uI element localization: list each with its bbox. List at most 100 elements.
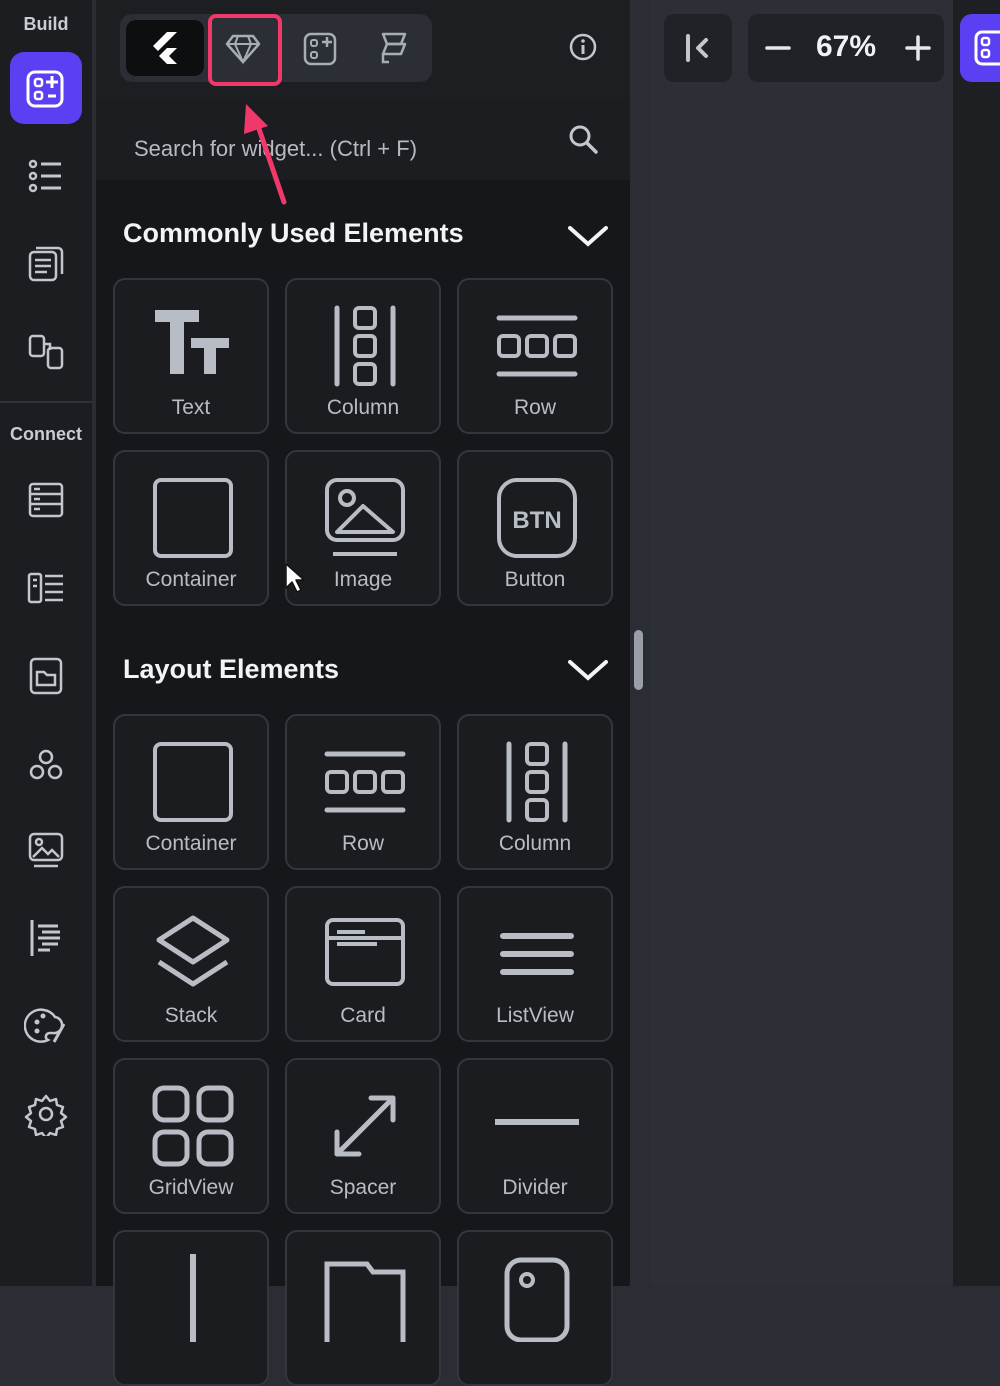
widget-tile-spacer[interactable]: Spacer	[285, 1058, 441, 1214]
row-widget-icon	[324, 751, 406, 813]
section-title-layout: Layout Elements	[123, 654, 340, 684]
container-widget-icon	[153, 478, 233, 558]
left-navigation-rail: Build Connect	[0, 0, 93, 1286]
widget-builder-icon	[26, 70, 64, 108]
widget-tile-divider[interactable]: Divider	[457, 1058, 613, 1214]
tile-label: Stack	[164, 1004, 218, 1027]
connect-section-label: Connect	[10, 424, 82, 444]
column-widget-icon	[506, 741, 568, 823]
theme-icon	[24, 1008, 66, 1043]
listview-widget-icon	[500, 933, 574, 975]
column-widget-icon	[334, 305, 396, 387]
zoom-in-icon[interactable]	[898, 28, 938, 68]
media-assets-button[interactable]	[10, 814, 82, 886]
tile-label: Button	[504, 568, 566, 591]
components-icon	[381, 32, 407, 64]
widget-tile-stack[interactable]: Stack	[113, 886, 269, 1042]
pages-button[interactable]	[10, 228, 82, 300]
api-icon	[27, 572, 63, 604]
widget-tile-row[interactable]: Row	[457, 278, 613, 434]
widget-builder-icon	[974, 30, 1000, 66]
zoom-level: 67%	[815, 30, 877, 63]
tile-label: Container	[145, 832, 237, 855]
widget-tile-column[interactable]: Column	[457, 714, 613, 870]
zoom-out-icon[interactable]	[758, 28, 798, 68]
text-styles-icon	[30, 920, 60, 956]
tile-label: Spacer	[329, 1176, 397, 1199]
panel-scrollbar[interactable]	[634, 630, 643, 690]
firestore-icon	[28, 482, 64, 518]
flutter-icon	[153, 32, 177, 64]
widget-tile-listview[interactable]: ListView	[457, 886, 613, 1042]
container-widget-icon	[153, 742, 233, 822]
widget-tree-button[interactable]	[10, 140, 82, 212]
tile-label: Text	[171, 396, 211, 419]
theme-button[interactable]	[10, 990, 82, 1062]
search-icon[interactable]	[566, 122, 600, 156]
widget-tile-column[interactable]: Column	[285, 278, 441, 434]
widget-builder-button[interactable]	[10, 52, 82, 124]
custom-widgets-tab[interactable]	[282, 20, 360, 76]
widget-panel: Commonly Used Elements Text Column Row	[96, 0, 630, 1386]
info-icon[interactable]	[568, 32, 598, 62]
add-widget-icon	[303, 32, 337, 66]
tile-label: Image	[333, 568, 393, 591]
media-assets-icon	[28, 832, 64, 868]
widget-tile-circle-image[interactable]	[457, 1230, 613, 1386]
navigation-button[interactable]	[10, 316, 82, 388]
add-widget-button-right[interactable]	[960, 14, 1000, 82]
card-widget-icon	[325, 918, 405, 986]
widget-tile-text[interactable]: Text	[113, 278, 269, 434]
right-panel-strip	[953, 0, 1000, 1286]
widget-tile-vertical-divider[interactable]	[113, 1230, 269, 1386]
widget-tile-image[interactable]: Image	[285, 450, 441, 606]
tile-label: Column	[498, 832, 572, 855]
widget-search-input[interactable]	[132, 130, 556, 168]
panel-header	[96, 0, 630, 100]
navigation-icon	[28, 334, 64, 370]
tile-label: Column	[326, 396, 400, 419]
build-section-label: Build	[23, 14, 69, 34]
flutter-widgets-tab[interactable]	[126, 20, 204, 76]
collapse-panel-button[interactable]	[664, 14, 732, 82]
tile-label: Divider	[502, 1176, 568, 1199]
tile-label: Card	[340, 1004, 386, 1027]
widget-search-bar	[96, 100, 630, 180]
tile-label: ListView	[496, 1004, 574, 1027]
spacer-widget-icon	[334, 1095, 396, 1157]
tabbar-widget-icon	[324, 1261, 406, 1342]
vertical-divider-widget-icon	[190, 1254, 196, 1342]
api-calls-button[interactable]	[10, 552, 82, 624]
widget-tile-card[interactable]: Card	[285, 886, 441, 1042]
storage-button[interactable]	[10, 640, 82, 712]
settings-icon	[24, 1094, 68, 1136]
button-widget-icon: BTN	[497, 478, 577, 558]
firestore-button[interactable]	[10, 464, 82, 536]
widget-tile-container[interactable]: Container	[113, 714, 269, 870]
circle-image-widget-icon	[504, 1257, 570, 1342]
row-widget-icon	[496, 315, 578, 377]
settings-button[interactable]	[10, 1078, 82, 1150]
zoom-control: 67%	[748, 14, 944, 82]
tile-label: Row	[513, 396, 556, 419]
pages-icon	[28, 246, 64, 282]
gridview-widget-icon	[152, 1085, 234, 1167]
chevron-down-icon[interactable]	[564, 212, 612, 260]
library-components-tab[interactable]	[354, 20, 432, 76]
text-styles-button[interactable]	[10, 902, 82, 974]
widget-tile-tabbar[interactable]	[285, 1230, 441, 1386]
integrations-button[interactable]	[10, 730, 82, 802]
widget-tile-container[interactable]: Container	[113, 450, 269, 606]
tile-label: GridView	[148, 1176, 234, 1199]
chevron-down-icon[interactable]	[564, 646, 612, 694]
widget-tile-row[interactable]: Row	[285, 714, 441, 870]
integrations-icon	[29, 749, 63, 780]
section-title-common: Commonly Used Elements	[123, 218, 464, 248]
widget-tile-button[interactable]: BTN Button	[457, 450, 613, 606]
image-widget-icon	[325, 478, 405, 556]
tile-label: Row	[341, 832, 384, 855]
tile-label: Container	[145, 568, 237, 591]
mouse-cursor-icon	[285, 563, 305, 593]
widget-tile-gridview[interactable]: GridView	[113, 1058, 269, 1214]
divider-widget-icon	[495, 1119, 579, 1125]
